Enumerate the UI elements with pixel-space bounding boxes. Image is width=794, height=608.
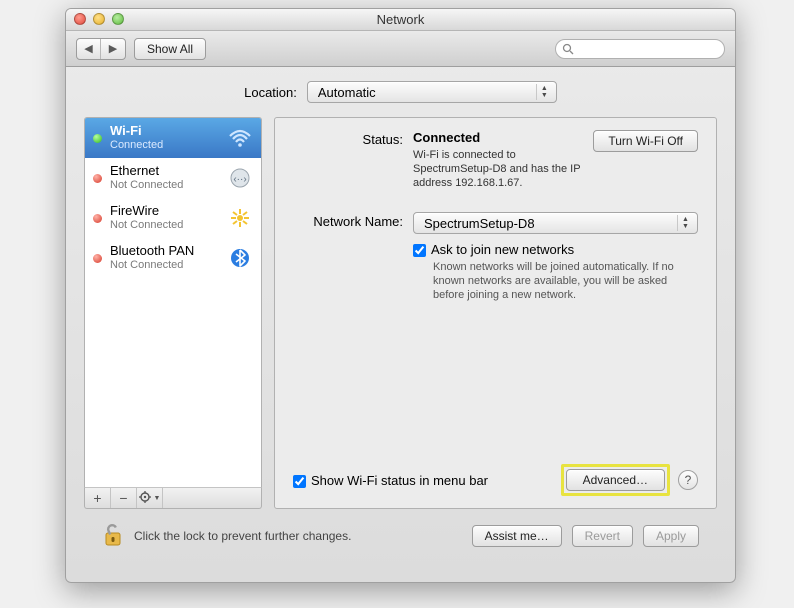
nav-back-forward: ◀ ▶ xyxy=(76,38,126,60)
show-wifi-menubar-input[interactable] xyxy=(293,475,306,488)
service-item-firewire[interactable]: FireWire Not Connected xyxy=(85,198,261,238)
forward-button[interactable]: ▶ xyxy=(101,39,125,59)
service-list-footer: + − ▼ xyxy=(84,487,262,509)
ethernet-icon: ‹··› xyxy=(227,165,253,191)
svg-text:‹··›: ‹··› xyxy=(233,174,246,185)
ask-to-join-input[interactable] xyxy=(413,244,426,257)
search-field[interactable] xyxy=(555,39,725,59)
network-name-label: Network Name: xyxy=(293,212,413,234)
search-icon xyxy=(562,43,574,55)
toolbar: ◀ ▶ Show All xyxy=(66,31,735,67)
wifi-icon xyxy=(227,125,253,151)
chevron-updown-icon: ▲▼ xyxy=(677,215,693,231)
status-dot-icon xyxy=(93,214,102,223)
status-subtext: Wi-Fi is connected to SpectrumSetup-D8 a… xyxy=(413,148,583,190)
advanced-button[interactable]: Advanced… xyxy=(566,469,665,491)
lock-text: Click the lock to prevent further change… xyxy=(134,529,351,543)
minimize-icon[interactable] xyxy=(93,13,105,25)
apply-button[interactable]: Apply xyxy=(643,525,699,547)
add-service-button[interactable]: + xyxy=(85,488,111,508)
network-name-popup[interactable]: SpectrumSetup-D8 ▲▼ xyxy=(413,212,698,234)
bluetooth-icon xyxy=(227,245,253,271)
assist-me-button[interactable]: Assist me… xyxy=(472,525,562,547)
firewire-icon xyxy=(227,205,253,231)
gear-icon xyxy=(139,491,153,505)
turn-wifi-off-button[interactable]: Turn Wi-Fi Off xyxy=(593,130,698,152)
advanced-highlight: Advanced… xyxy=(561,464,670,496)
status-dot-icon xyxy=(93,134,102,143)
location-label: Location: xyxy=(244,85,297,100)
traffic-lights xyxy=(74,13,124,25)
chevron-updown-icon: ▲▼ xyxy=(536,84,552,100)
lock-icon[interactable] xyxy=(102,521,124,550)
revert-button[interactable]: Revert xyxy=(572,525,633,547)
zoom-icon[interactable] xyxy=(112,13,124,25)
status-value: Connected xyxy=(413,130,583,145)
network-preferences-window: Network ◀ ▶ Show All Location: Automatic… xyxy=(65,8,736,583)
ask-to-join-checkbox[interactable]: Ask to join new networks xyxy=(413,242,698,257)
location-row: Location: Automatic ▲▼ xyxy=(84,81,717,103)
bottom-bar: Click the lock to prevent further change… xyxy=(84,509,717,550)
help-button[interactable]: ? xyxy=(678,470,698,490)
close-icon[interactable] xyxy=(74,13,86,25)
service-item-wifi[interactable]: Wi-Fi Connected xyxy=(85,118,261,158)
status-dot-icon xyxy=(93,174,102,183)
remove-service-button[interactable]: − xyxy=(111,488,137,508)
service-item-bluetooth-pan[interactable]: Bluetooth PAN Not Connected xyxy=(85,238,261,278)
location-popup[interactable]: Automatic ▲▼ xyxy=(307,81,557,103)
ask-to-join-subtext: Known networks will be joined automatica… xyxy=(433,260,693,302)
back-button[interactable]: ◀ xyxy=(77,39,101,59)
status-label: Status: xyxy=(293,130,413,147)
service-list: Wi-Fi Connected xyxy=(84,117,262,487)
titlebar: Network xyxy=(66,9,735,31)
detail-pane: Status: Connected Wi-Fi is connected to … xyxy=(274,117,717,509)
status-dot-icon xyxy=(93,254,102,263)
window-title: Network xyxy=(377,12,425,27)
show-all-button[interactable]: Show All xyxy=(134,38,206,60)
show-wifi-menubar-checkbox[interactable]: Show Wi-Fi status in menu bar xyxy=(293,473,488,488)
service-item-ethernet[interactable]: Ethernet Not Connected ‹··› xyxy=(85,158,261,198)
service-action-menu[interactable]: ▼ xyxy=(137,488,163,508)
service-sidebar: Wi-Fi Connected xyxy=(84,117,262,509)
